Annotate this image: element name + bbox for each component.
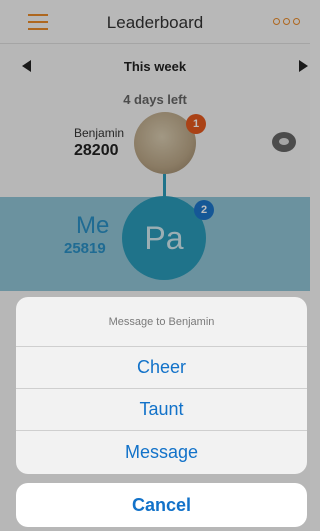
cheer-button[interactable]: Cheer bbox=[16, 347, 307, 389]
taunt-button[interactable]: Taunt bbox=[16, 389, 307, 431]
action-sheet: Message to Benjamin Cheer Taunt Message bbox=[16, 297, 307, 474]
message-button[interactable]: Message bbox=[16, 431, 307, 473]
cancel-button[interactable]: Cancel bbox=[16, 483, 307, 527]
action-sheet-title: Message to Benjamin bbox=[16, 297, 307, 347]
